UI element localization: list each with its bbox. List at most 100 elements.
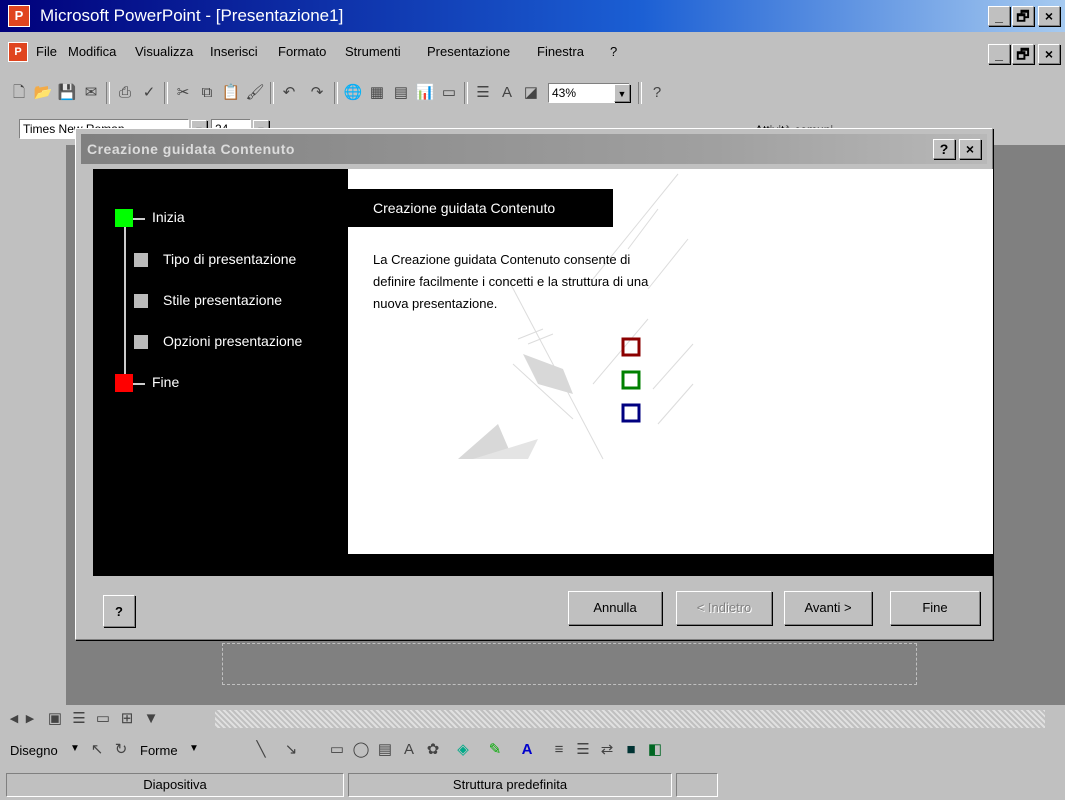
expand-all-icon[interactable]: ☰: [472, 82, 494, 104]
dash-style-icon[interactable]: ☰: [572, 739, 594, 761]
clipart-icon[interactable]: ✿: [422, 739, 444, 761]
menu-presentazione[interactable]: Presentazione: [427, 44, 510, 59]
menu-visualizza[interactable]: Visualizza: [135, 44, 193, 59]
slide-sorter-icon[interactable]: ⊞: [116, 708, 138, 730]
menu-modifica[interactable]: Modifica: [68, 44, 116, 59]
finish-button[interactable]: Fine: [890, 591, 980, 625]
status-design: Struttura predefinita: [348, 773, 672, 797]
doc-restore-button[interactable]: 🗗: [1012, 44, 1034, 64]
draw-menu-button[interactable]: Disegno: [10, 743, 58, 758]
help-assistant-icon[interactable]: ?: [646, 82, 668, 104]
slide-view-icon[interactable]: ▭: [92, 708, 114, 730]
scroll-right-icon[interactable]: ▶: [22, 708, 38, 730]
new-document-icon[interactable]: 🗋: [8, 82, 30, 104]
dialog-close-button[interactable]: ×: [959, 139, 981, 159]
toolbar-separator: [638, 82, 642, 104]
print-icon[interactable]: ⎙: [114, 82, 136, 104]
table-icon[interactable]: ▦: [366, 82, 388, 104]
font-color-icon[interactable]: A: [516, 739, 538, 761]
help-icon: ?: [115, 604, 123, 619]
select-arrow-icon[interactable]: ↖: [86, 739, 108, 761]
spelling-icon[interactable]: ✓: [138, 82, 160, 104]
menu-file[interactable]: File: [36, 44, 57, 59]
email-icon[interactable]: ✉: [80, 82, 102, 104]
step-opzioni-marker: [134, 335, 148, 349]
autoshapes-dropdown-icon: ▼: [189, 743, 199, 754]
step-opzioni-presentazione[interactable]: Opzioni presentazione: [163, 333, 302, 349]
doc-close-button[interactable]: ×: [1038, 44, 1060, 64]
open-folder-icon[interactable]: 📂: [32, 82, 54, 104]
hyperlink-icon[interactable]: 🌐: [342, 82, 364, 104]
save-icon[interactable]: 💾: [56, 82, 78, 104]
line-icon[interactable]: ╲: [250, 739, 272, 761]
copy-icon[interactable]: ⧉: [196, 82, 218, 104]
line-style-icon[interactable]: ≡: [548, 739, 570, 761]
menu-inserisci[interactable]: Inserisci: [210, 44, 258, 59]
minimize-button[interactable]: _: [988, 6, 1010, 26]
step-tick: [133, 218, 145, 220]
office-assistant-button[interactable]: ?: [103, 595, 135, 627]
view-toolbar: ◀ ▶ ▣ ☰ ▭ ⊞ ▼: [0, 707, 1065, 731]
close-button[interactable]: ×: [1038, 6, 1060, 26]
status-slide: Diapositiva: [6, 773, 344, 797]
arrow-icon[interactable]: ↘: [280, 739, 302, 761]
restore-button[interactable]: 🗗: [1012, 6, 1034, 26]
blue-square-icon: [621, 403, 641, 423]
doc-minimize-button[interactable]: _: [988, 44, 1010, 64]
wordart-icon[interactable]: A: [398, 739, 420, 761]
shadow-icon[interactable]: ■: [620, 739, 642, 761]
red-square-icon: [621, 337, 641, 357]
menu-help[interactable]: ?: [610, 44, 617, 59]
redo-icon[interactable]: ↷: [306, 82, 328, 104]
show-formatting-icon[interactable]: A: [496, 82, 518, 104]
normal-view-icon[interactable]: ▣: [44, 708, 66, 730]
toolbar-separator: [106, 82, 110, 104]
document-icon[interactable]: P: [8, 42, 28, 62]
slide-show-icon[interactable]: ▼: [140, 708, 162, 730]
next-button[interactable]: Avanti >: [784, 591, 872, 625]
outline-view-icon[interactable]: ☰: [68, 708, 90, 730]
grayscale-icon[interactable]: ◪: [520, 82, 542, 104]
draw-dropdown-icon: ▼: [70, 743, 80, 754]
rectangle-icon[interactable]: ▭: [326, 739, 348, 761]
chart-icon[interactable]: 📊: [414, 82, 436, 104]
dialog-help-button[interactable]: ?: [933, 139, 955, 159]
step-tipo-presentazione[interactable]: Tipo di presentazione: [163, 251, 296, 267]
standard-toolbar: 🗋 📂 💾 ✉ ⎙ ✓ ✂ ⧉ 📋 🖌 ↶ ↷ 🌐 ▦ ▤ 📊 ▭ ☰ A ◪ …: [0, 79, 880, 111]
textbox-icon[interactable]: ▤: [374, 739, 396, 761]
zoom-dropdown-icon[interactable]: ▼: [614, 84, 630, 102]
arrow-style-icon[interactable]: ⇄: [596, 739, 618, 761]
content-wizard-dialog: Creazione guidata Contenuto ? × Inizia T…: [75, 128, 993, 640]
toolbar-separator: [464, 82, 468, 104]
horizontal-scrollbar[interactable]: [215, 710, 1045, 728]
menu-bar: P File Modifica Visualizza Inserisci For…: [0, 38, 1065, 68]
cancel-button[interactable]: Annulla: [568, 591, 662, 625]
back-button[interactable]: < Indietro: [676, 591, 772, 625]
word-table-icon[interactable]: ▤: [390, 82, 412, 104]
fill-color-icon[interactable]: ◈: [452, 739, 474, 761]
toolbar-separator: [164, 82, 168, 104]
dialog-title-bar: Creazione guidata Contenuto ? ×: [81, 134, 987, 164]
menu-formato[interactable]: Formato: [278, 44, 326, 59]
oval-icon[interactable]: ◯: [350, 739, 372, 761]
scroll-left-icon[interactable]: ◀: [6, 708, 22, 730]
new-slide-icon[interactable]: ▭: [438, 82, 460, 104]
status-spelling: [676, 773, 718, 797]
menu-strumenti[interactable]: Strumenti: [345, 44, 401, 59]
powerpoint-logo-icon[interactable]: P: [8, 5, 30, 27]
step-inizia[interactable]: Inizia: [152, 209, 185, 225]
paste-icon[interactable]: 📋: [220, 82, 242, 104]
3d-icon[interactable]: ◧: [644, 739, 666, 761]
rotate-icon[interactable]: ↻: [110, 739, 132, 761]
green-square-icon: [621, 370, 641, 390]
undo-icon[interactable]: ↶: [278, 82, 300, 104]
menu-finestra[interactable]: Finestra: [537, 44, 584, 59]
format-painter-icon[interactable]: 🖌: [244, 82, 266, 104]
step-stile-presentazione[interactable]: Stile presentazione: [163, 292, 282, 308]
step-fine[interactable]: Fine: [152, 374, 179, 390]
notes-placeholder[interactable]: [222, 643, 917, 685]
line-color-icon[interactable]: ✎: [484, 739, 506, 761]
autoshapes-menu-button[interactable]: Forme: [140, 743, 178, 758]
cut-icon[interactable]: ✂: [172, 82, 194, 104]
title-bar: P Microsoft PowerPoint - [Presentazione1…: [0, 0, 1065, 32]
